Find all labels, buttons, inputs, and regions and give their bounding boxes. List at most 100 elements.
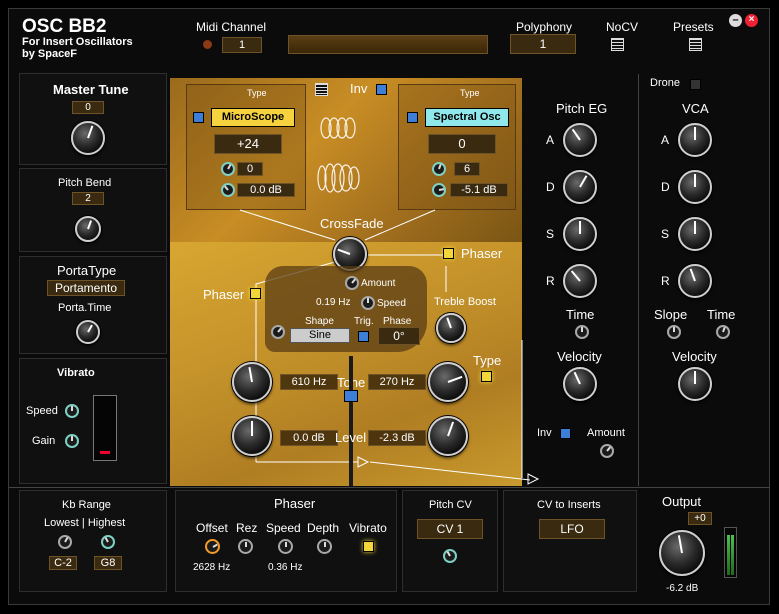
osc-b-fine-knob[interactable] <box>432 162 446 176</box>
minimize-icon[interactable]: – <box>729 14 742 27</box>
pitch-cv-select[interactable]: CV 1 <box>417 519 483 539</box>
pitch-eg-attack-knob[interactable] <box>563 123 597 157</box>
nocv-icon[interactable] <box>611 38 624 51</box>
master-tune-knob[interactable] <box>71 121 105 155</box>
phaser-amount-knob[interactable] <box>345 276 359 290</box>
phase-value[interactable]: 0° <box>378 327 420 345</box>
phaser-right-label: Phaser <box>461 246 503 261</box>
porta-time-knob[interactable] <box>76 320 100 344</box>
filter-type-label: Type <box>473 353 502 368</box>
kb-lowest-knob[interactable] <box>58 535 72 549</box>
pitch-eg-release-knob[interactable] <box>563 264 597 298</box>
pitch-eg-decay-knob[interactable] <box>563 170 597 204</box>
depth-knob[interactable] <box>317 539 332 554</box>
polyphony-value[interactable]: 1 <box>510 34 576 54</box>
presets-label: Presets <box>673 20 714 34</box>
output-value: -6.2 dB <box>666 583 699 594</box>
osc-doc-icon[interactable] <box>315 83 328 96</box>
pitch-eg-sustain-knob[interactable] <box>563 217 597 251</box>
pitch-bend-value[interactable]: 2 <box>72 192 104 205</box>
phaser-right-toggle[interactable] <box>443 248 454 259</box>
porta-type-label: PortaType <box>57 263 117 278</box>
level-right-knob[interactable] <box>428 416 468 456</box>
bottom-vibrato-toggle[interactable] <box>363 541 374 552</box>
crossfade-label: CrossFade <box>320 216 384 231</box>
level-left-knob[interactable] <box>232 416 272 456</box>
bottom-speed-knob[interactable] <box>278 539 293 554</box>
vca-time-knob[interactable] <box>716 325 730 339</box>
rez-knob[interactable] <box>238 539 253 554</box>
level-right-value[interactable]: -2.3 dB <box>368 430 426 446</box>
tone-right-value[interactable]: 270 Hz <box>368 374 426 390</box>
close-icon[interactable]: × <box>745 14 758 27</box>
pitch-bend-label: Pitch Bend <box>58 177 112 189</box>
osc-a-fine-value[interactable]: 0 <box>237 162 263 176</box>
pitch-eg-velocity-label: Velocity <box>557 349 602 364</box>
pitch-eg-s-label: S <box>546 227 555 241</box>
osc-scope-graphic <box>317 117 360 193</box>
trig-toggle[interactable] <box>358 331 369 342</box>
osc-a-level-knob[interactable] <box>221 183 235 197</box>
osc-b-type-select[interactable]: Spectral Osc <box>425 108 509 127</box>
midi-channel-value[interactable]: 1 <box>222 37 262 53</box>
osc-a-fine-knob[interactable] <box>221 162 235 176</box>
osc-b-level-knob[interactable] <box>432 183 446 197</box>
output-knob[interactable] <box>659 530 705 576</box>
plugin-subtitle: For Insert Oscillators <box>22 36 133 48</box>
tone-level-slider-handle[interactable] <box>344 390 358 402</box>
shape-knob[interactable] <box>271 325 285 339</box>
inv-toggle[interactable] <box>376 84 387 95</box>
vca-slope-knob[interactable] <box>667 325 681 339</box>
tone-right-knob[interactable] <box>428 362 468 402</box>
shape-select[interactable]: Sine <box>290 328 350 343</box>
inv-label: Inv <box>350 81 368 96</box>
porta-type-value[interactable]: Portamento <box>47 280 125 296</box>
osc-a-semi-value[interactable]: +24 <box>214 134 282 154</box>
tone-left-knob[interactable] <box>232 362 272 402</box>
osc-a-type-select[interactable]: MicroScope <box>211 108 295 127</box>
osc-b-semi-value[interactable]: 0 <box>428 134 496 154</box>
drone-toggle[interactable] <box>690 79 701 90</box>
pitch-cv-knob[interactable] <box>443 549 457 563</box>
vibrato-speed-knob[interactable] <box>65 404 79 418</box>
filter-type-toggle[interactable] <box>481 371 492 382</box>
tone-left-value[interactable]: 610 Hz <box>280 374 338 390</box>
osc-b-fine-value[interactable]: 6 <box>454 162 480 176</box>
vca-title: VCA <box>682 101 709 116</box>
kb-highest-value[interactable]: G8 <box>94 556 122 570</box>
master-tune-label: Master Tune <box>53 82 129 97</box>
pitch-bend-knob[interactable] <box>75 216 101 242</box>
level-left-value[interactable]: 0.0 dB <box>280 430 338 446</box>
vca-attack-knob[interactable] <box>678 123 712 157</box>
osc-b-enable-toggle[interactable] <box>407 112 418 123</box>
kb-lowest-value[interactable]: C-2 <box>49 556 77 570</box>
kb-highest-knob[interactable] <box>101 535 115 549</box>
treble-boost-knob[interactable] <box>436 313 466 343</box>
output-offset-value[interactable]: +0 <box>688 512 712 525</box>
osc-a-type-label: Type <box>247 88 267 98</box>
polyphony-label: Polyphony <box>516 20 573 34</box>
vca-sustain-knob[interactable] <box>678 217 712 251</box>
vibrato-speed-label: Speed <box>26 405 58 417</box>
vca-decay-knob[interactable] <box>678 170 712 204</box>
shape-label: Shape <box>305 316 334 327</box>
vibrato-gain-knob[interactable] <box>65 434 79 448</box>
offset-knob[interactable] <box>205 539 220 554</box>
cv-inserts-select[interactable]: LFO <box>539 519 605 539</box>
phaser-left-toggle[interactable] <box>250 288 261 299</box>
master-tune-value[interactable]: 0 <box>72 101 104 114</box>
tone-level-slider-track[interactable] <box>349 356 353 486</box>
vca-release-knob[interactable] <box>678 264 712 298</box>
vibrato-label: Vibrato <box>57 367 95 379</box>
pitch-eg-time-knob[interactable] <box>575 325 589 339</box>
pitch-eg-velocity-knob[interactable] <box>563 367 597 401</box>
phaser-speed-knob[interactable] <box>361 296 375 310</box>
osc-a-level-value[interactable]: 0.0 dB <box>237 183 295 197</box>
vca-velocity-knob[interactable] <box>678 367 712 401</box>
pitch-cv-label: Pitch CV <box>429 499 472 511</box>
pitch-eg-inv-toggle[interactable] <box>560 428 571 439</box>
pitch-eg-amount-knob[interactable] <box>600 444 614 458</box>
osc-a-enable-toggle[interactable] <box>193 112 204 123</box>
presets-icon[interactable] <box>689 38 702 51</box>
osc-b-level-value[interactable]: -5.1 dB <box>450 183 508 197</box>
